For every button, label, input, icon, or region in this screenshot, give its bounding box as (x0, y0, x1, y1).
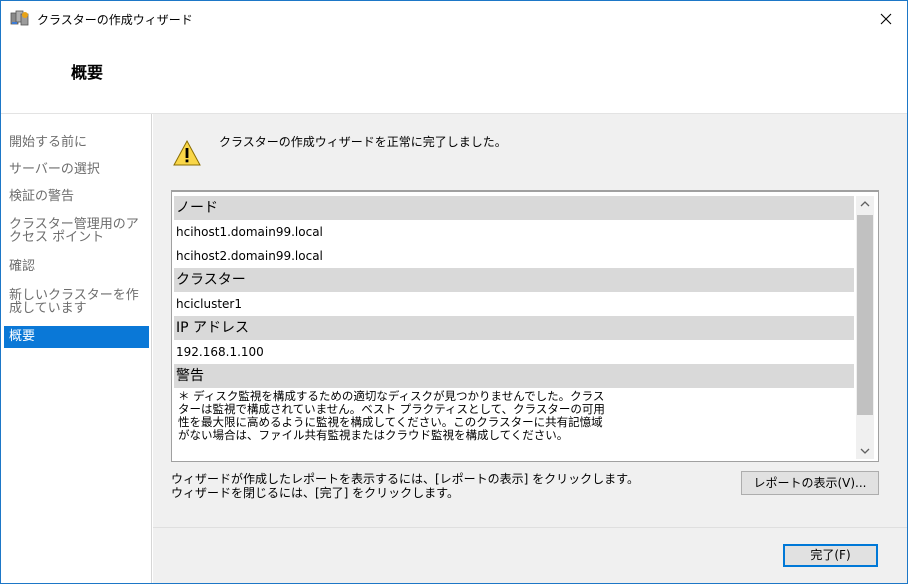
wizard-steps-sidebar: 開始する前に サーバーの選択 検証の警告 クラスター管理用のアクセス ポイント … (1, 114, 152, 583)
sidebar-item-access-point[interactable]: クラスター管理用のアクセス ポイント (4, 218, 144, 244)
finish-button[interactable]: 完了(F) (783, 544, 878, 567)
scroll-up-button[interactable] (856, 196, 874, 213)
summary-panel: クラスターの作成ウィザードを正常に完了しました。 ノード hcihost1.do… (153, 114, 907, 527)
instructions-text: ウィザードが作成したレポートを表示するには、[レポートの表示] をクリックします… (171, 472, 639, 500)
warning-text: ＊ ディスク監視を構成するための適切なディスクが見つかりませんでした。クラスター… (178, 389, 605, 442)
page-title: 概要 (71, 63, 104, 82)
cluster-wizard-icon (10, 10, 30, 27)
view-report-button[interactable]: レポートの表示(V)... (741, 471, 879, 495)
sidebar-item-creating-cluster[interactable]: 新しいクラスターを作成しています (4, 289, 144, 315)
wizard-footer: 完了(F) (153, 527, 907, 583)
node-row: hcihost2.domain99.local (176, 249, 323, 263)
report-summary-box: ノード hcihost1.domain99.local hcihost2.dom… (171, 190, 879, 462)
sidebar-item-summary[interactable]: 概要 (4, 326, 149, 348)
section-header-nodes: ノード (174, 196, 854, 220)
section-header-cluster: クラスター (174, 268, 854, 292)
section-header-warning: 警告 (174, 364, 854, 388)
sidebar-item-confirmation[interactable]: 確認 (4, 260, 149, 273)
report-content: ノード hcihost1.domain99.local hcihost2.dom… (174, 196, 854, 458)
wizard-window: クラスターの作成ウィザード 概要 開始する前に サーバーの選択 検証の警告 クラ… (0, 0, 908, 584)
sidebar-item-before-you-begin[interactable]: 開始する前に (4, 136, 149, 149)
scroll-thumb[interactable] (857, 215, 873, 415)
warning-icon (173, 139, 201, 167)
chevron-down-icon (860, 448, 870, 454)
wizard-header: 概要 (1, 37, 907, 113)
sidebar-item-validation-warning[interactable]: 検証の警告 (4, 190, 149, 203)
instruction-close-wizard: ウィザードを閉じるには、[完了] をクリックします。 (171, 486, 459, 500)
window-title: クラスターの作成ウィザード (37, 13, 193, 27)
title-bar: クラスターの作成ウィザード (1, 1, 907, 37)
instruction-view-report: ウィザードが作成したレポートを表示するには、[レポートの表示] をクリックします… (171, 472, 639, 486)
cluster-name-row: hcicluster1 (176, 297, 242, 311)
node-row: hcihost1.domain99.local (176, 225, 323, 239)
scroll-down-button[interactable] (856, 442, 874, 459)
report-scrollbar[interactable] (856, 196, 874, 459)
completion-message: クラスターの作成ウィザードを正常に完了しました。 (219, 135, 507, 149)
close-icon (880, 13, 892, 25)
sidebar-item-select-servers[interactable]: サーバーの選択 (4, 163, 149, 176)
section-header-ip-address: IP アドレス (174, 316, 854, 340)
ip-address-row: 192.168.1.100 (176, 345, 264, 359)
chevron-up-icon (860, 201, 870, 207)
close-button[interactable] (863, 1, 908, 37)
